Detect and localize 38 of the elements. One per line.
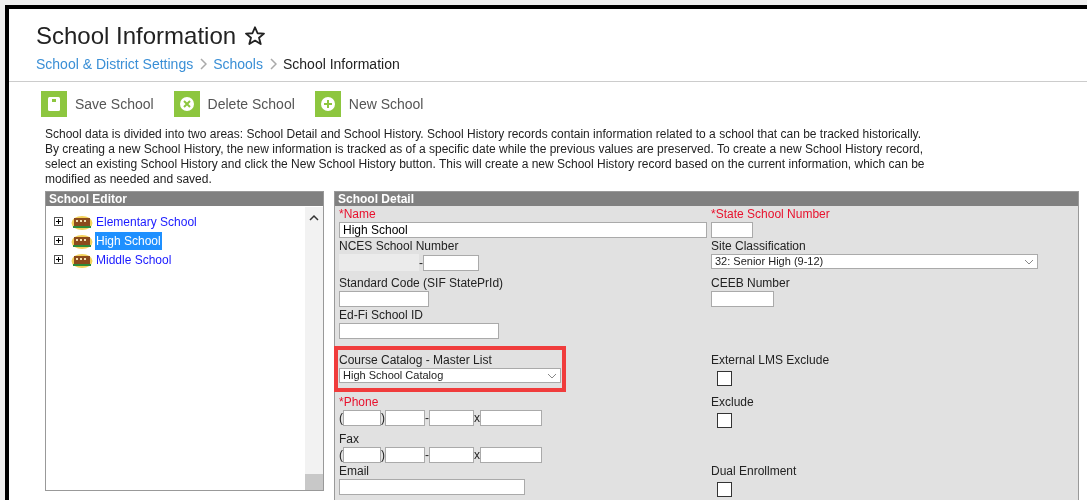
field-label: CEEB Number bbox=[711, 276, 791, 290]
text-field[interactable]: High School bbox=[339, 222, 707, 238]
separator-text: ( bbox=[339, 411, 343, 425]
field-label: Dual Enrollment bbox=[711, 464, 798, 478]
field-label: *State School Number bbox=[711, 207, 831, 221]
breadcrumb-link[interactable]: Schools bbox=[213, 55, 263, 73]
field-label: Ed-Fi School ID bbox=[339, 308, 425, 322]
field-label: External LMS Exclude bbox=[711, 353, 831, 367]
separator-text: - bbox=[419, 255, 423, 270]
field-label: NCES School Number bbox=[339, 239, 460, 253]
dropdown[interactable]: 32: Senior High (9-12) bbox=[711, 254, 1038, 269]
field-label: Site Classification bbox=[711, 239, 807, 253]
tree-item[interactable]: Elementary School bbox=[95, 212, 198, 231]
field-label: Exclude bbox=[711, 395, 755, 409]
page-title: School Information bbox=[36, 21, 237, 51]
dropdown[interactable]: High School Catalog bbox=[339, 368, 561, 383]
field-label: Course Catalog - Master List bbox=[339, 353, 493, 367]
field-label: Standard Code (SIF StatePrId) bbox=[339, 276, 505, 290]
field-label: *Name bbox=[339, 207, 377, 221]
separator-text: ) bbox=[381, 448, 385, 462]
field-label: *Phone bbox=[339, 395, 380, 409]
separator-text: ( bbox=[339, 448, 343, 462]
description-text: School data is divided into two areas: School Detail and School History. School History records contain information related to a school that can be tracked historically. By creating a new School History, the new information is tracked as of a specific date while the previous values are preserved. To create a new School History record, select an existing School History and click the New School History button. This will create a new School History record based on the current information, which can be modified as needed and saved. bbox=[45, 127, 925, 187]
save-school-button[interactable]: Save School bbox=[41, 91, 154, 117]
tree-item[interactable]: Middle School bbox=[95, 250, 173, 269]
breadcrumb-current: School Information bbox=[283, 55, 400, 73]
field-label: Email bbox=[339, 464, 370, 478]
separator-text: - bbox=[425, 411, 429, 425]
panel-header: School Detail bbox=[335, 192, 1078, 206]
separator-text: - bbox=[425, 448, 429, 462]
separator-text: x bbox=[474, 411, 480, 425]
delete-school-button[interactable]: Delete School bbox=[173, 91, 295, 117]
separator-text: ) bbox=[381, 411, 385, 425]
field-label: Fax bbox=[339, 432, 360, 446]
new-school-button[interactable]: New School bbox=[314, 91, 424, 117]
breadcrumb-link[interactable]: School & District Settings bbox=[36, 55, 194, 73]
panel-header: School Editor bbox=[46, 192, 323, 206]
separator-text: x bbox=[474, 448, 480, 462]
